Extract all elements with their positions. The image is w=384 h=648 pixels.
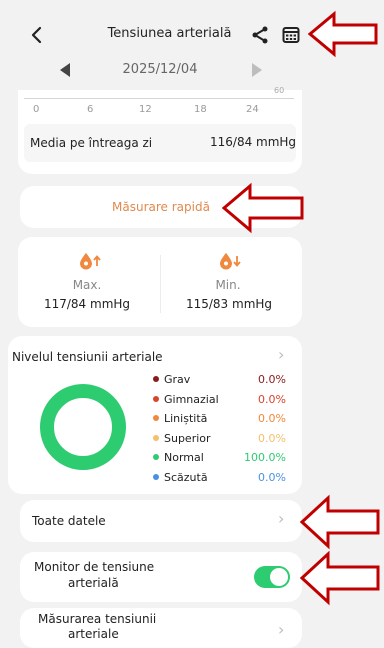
max-drop-icon — [78, 251, 102, 271]
monitor-row: Monitor de tensiune arterială — [20, 552, 302, 602]
monitor-toggle-knob — [270, 568, 288, 586]
monitor-label-line2: arterială — [68, 576, 119, 590]
legend-dot-icon — [153, 415, 159, 422]
legend-dot-icon — [153, 454, 159, 461]
legend-dot-icon — [153, 434, 159, 441]
legend-item: Normal — [153, 451, 204, 464]
all-data-label: Toate datele — [32, 514, 106, 528]
annotation-arrow-calendar — [308, 10, 380, 58]
legend-value: 0.0% — [258, 412, 286, 426]
x-tick-18: 18 — [194, 104, 207, 115]
legend-item: Gimnazial — [153, 393, 219, 406]
legend-value: 0.0% — [258, 471, 286, 484]
chart-card: 60 Media pe întreaga zi 116/84 mmHg — [18, 86, 302, 174]
legend-value: 0.0% — [258, 373, 286, 386]
annotation-arrow-monitor — [300, 550, 382, 606]
annotation-arrow-quick-measure — [222, 182, 306, 234]
chart-baseline — [24, 98, 294, 99]
min-value: 115/83 mmHg — [185, 297, 273, 311]
daily-average-label: Media pe întreaga zi — [30, 136, 153, 150]
max-value: 117/84 mmHg — [43, 297, 131, 311]
calendar-icon[interactable] — [282, 26, 300, 44]
all-data-chevron-icon: › — [278, 509, 285, 528]
legend-value: 0.0% — [258, 431, 286, 445]
prev-day-icon[interactable] — [58, 62, 72, 78]
legend-label: Normal — [164, 451, 204, 465]
legend-label: Scăzută — [164, 471, 208, 484]
legend-dot-icon — [153, 395, 159, 402]
legend-value: 0.0% — [258, 392, 286, 406]
legend-label: Liniștită — [164, 412, 208, 426]
current-date[interactable]: 2025/12/04 — [110, 62, 210, 77]
extremes-divider — [160, 255, 161, 313]
legend-label: Gimnazial — [164, 392, 219, 406]
daily-average-value: 116/84 mmHg — [210, 135, 297, 149]
measurement-row[interactable]: Măsurarea tensiunii arteriale › — [20, 608, 302, 648]
legend-item: Scăzută — [153, 471, 208, 484]
x-tick-6: 6 — [87, 104, 94, 115]
all-data-row[interactable]: Toate datele › — [20, 500, 302, 542]
max-label: Max. — [72, 278, 102, 292]
legend-label: Grav — [164, 373, 191, 386]
extremes-card: Max. 117/84 mmHg Min. 115/83 mmHg — [18, 237, 302, 327]
min-drop-icon — [218, 251, 242, 271]
legend-item: Grav — [153, 373, 190, 386]
legend-item: Liniștită — [153, 412, 207, 425]
back-icon[interactable] — [28, 24, 48, 46]
next-day-icon[interactable] — [250, 62, 264, 78]
level-title: Nivelul tensiunii arteriale — [12, 350, 163, 364]
chart-corner-label: 60 — [274, 86, 285, 95]
legend-label: Superior — [164, 431, 211, 445]
legend-dot-icon — [153, 474, 159, 480]
level-ring — [38, 382, 128, 472]
x-tick-0: 0 — [33, 104, 40, 115]
level-chevron-icon[interactable]: › — [278, 345, 284, 364]
measurement-chevron-icon: › — [278, 620, 285, 639]
annotation-arrow-all-data — [300, 494, 382, 550]
level-card[interactable]: Nivelul tensiunii arteriale › Grav 0.0% Gi… — [8, 336, 302, 494]
legend-value: 100.0% — [244, 451, 286, 465]
min-label: Min. — [215, 278, 241, 292]
measurement-label-line1: Măsurarea tensiunii — [38, 612, 157, 626]
measurement-label-line2: arteriale — [68, 627, 119, 641]
legend-dot-icon — [153, 376, 159, 382]
share-icon[interactable] — [250, 25, 270, 45]
monitor-toggle[interactable] — [254, 566, 290, 588]
legend-item: Superior — [153, 432, 211, 445]
page-title: Tensiunea arterială — [107, 26, 232, 41]
monitor-label-line1: Monitor de tensiune — [34, 560, 155, 574]
x-tick-24: 24 — [246, 104, 259, 115]
x-tick-12: 12 — [139, 104, 152, 115]
